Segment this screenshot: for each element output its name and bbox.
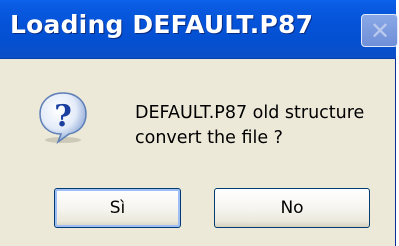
dialog-window: Loading DEFAULT.P87 ✕ ? DEFAULT.P87 old … [0, 0, 398, 246]
no-button[interactable]: No [214, 188, 370, 228]
close-icon: ✕ [370, 17, 391, 45]
svg-text:?: ? [54, 99, 72, 134]
question-icon: ? [39, 92, 87, 144]
message-line-1: DEFAULT.P87 old structure [135, 103, 365, 123]
yes-button[interactable]: Sì [54, 188, 181, 228]
title-bar[interactable]: Loading DEFAULT.P87 ✕ [0, 0, 398, 59]
dialog-title: Loading DEFAULT.P87 [10, 10, 314, 39]
message-line-2: convert the file ? [135, 128, 283, 148]
dialog-message: DEFAULT.P87 old structure convert the fi… [135, 101, 364, 151]
close-button[interactable]: ✕ [361, 14, 398, 47]
